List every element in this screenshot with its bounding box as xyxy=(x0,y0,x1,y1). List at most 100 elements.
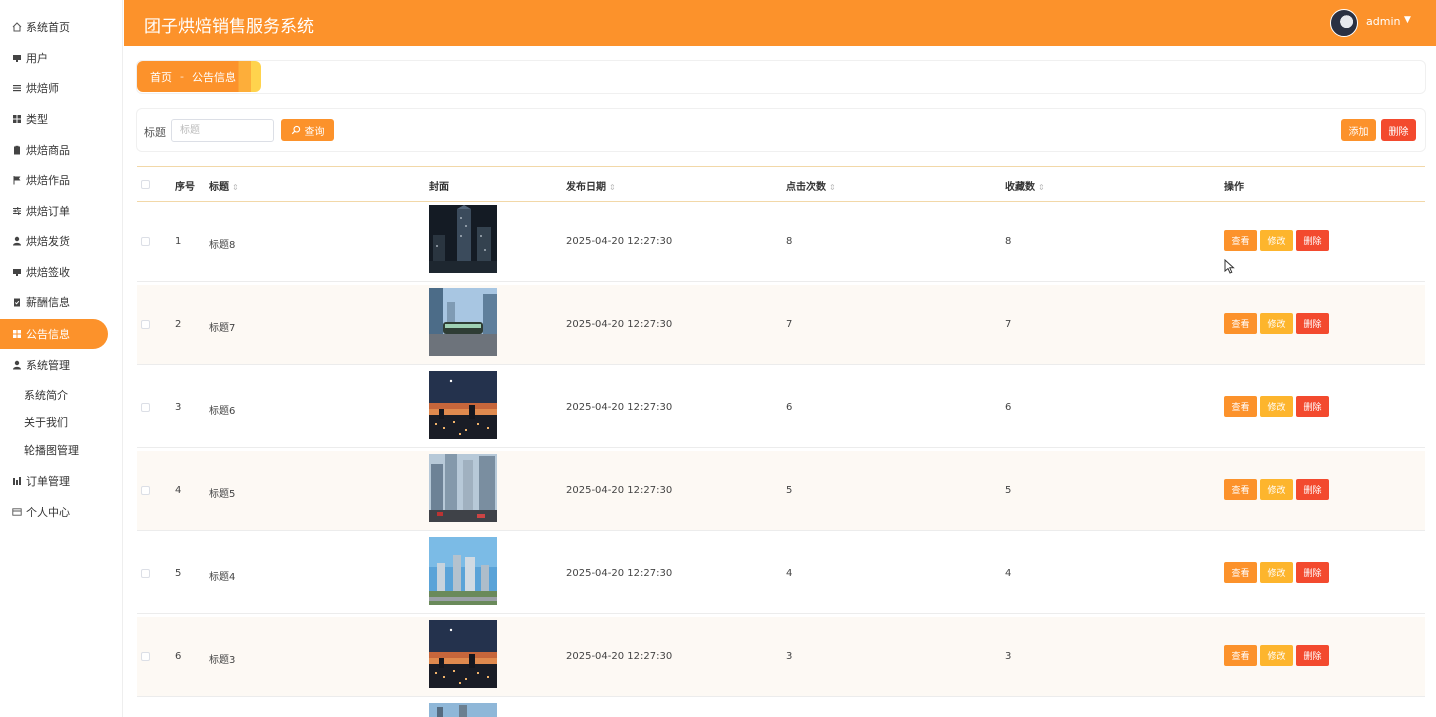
cell-favorites: 7 xyxy=(1005,319,1012,330)
monitor-icon xyxy=(12,267,22,277)
avatar[interactable] xyxy=(1330,9,1358,37)
cell-index: 5 xyxy=(175,568,182,579)
sidebar-item-label: 薪酬信息 xyxy=(26,296,70,309)
cell-favorites: 4 xyxy=(1005,568,1012,579)
edit-button[interactable]: 修改 xyxy=(1260,645,1293,666)
cover-image[interactable] xyxy=(429,205,497,273)
cell-clicks: 5 xyxy=(786,485,793,496)
sidebar: 系统首页 用户 烘焙师 类型 烘焙商品 烘焙作品 烘焙订单 烘焙发货 烘焙签收 … xyxy=(0,0,123,717)
cell-date: 2025-04-20 12:27:30 xyxy=(566,402,673,413)
sidebar-item-order-mgmt[interactable]: 订单管理 xyxy=(0,467,70,495)
cover-image[interactable] xyxy=(429,371,497,439)
sort-icon[interactable]: ⇕ xyxy=(829,183,836,192)
sidebar-item-label: 个人中心 xyxy=(26,506,70,519)
delete-button[interactable]: 删除 xyxy=(1296,230,1329,251)
edit-button[interactable]: 修改 xyxy=(1260,562,1293,583)
cell-title: 标题3 xyxy=(209,655,236,666)
sidebar-item-label: 系统管理 xyxy=(26,359,70,372)
cell-clicks: 8 xyxy=(786,236,793,247)
sidebar-item-profile[interactable]: 个人中心 xyxy=(0,498,70,526)
sidebar-item-users[interactable]: 用户 xyxy=(0,44,48,72)
batch-delete-button[interactable]: 删除 xyxy=(1381,119,1416,141)
user-icon xyxy=(12,236,22,246)
row-checkbox[interactable] xyxy=(141,486,150,495)
header-date[interactable]: 发布日期 ⇕ xyxy=(566,178,616,193)
view-button[interactable]: 查看 xyxy=(1224,479,1257,500)
view-button[interactable]: 查看 xyxy=(1224,230,1257,251)
sidebar-item-home[interactable]: 系统首页 xyxy=(0,13,70,41)
edit-button[interactable]: 修改 xyxy=(1260,230,1293,251)
add-button[interactable]: 添加 xyxy=(1341,119,1376,141)
sidebar-item-receipt[interactable]: 烘焙签收 xyxy=(0,258,70,286)
breadcrumb-card xyxy=(136,60,1426,94)
cover-image[interactable] xyxy=(429,537,497,605)
row-checkbox[interactable] xyxy=(141,652,150,661)
cell-index: 1 xyxy=(175,236,182,247)
edit-button[interactable]: 修改 xyxy=(1260,396,1293,417)
header-index: 序号 xyxy=(175,182,195,193)
sidebar-item-system[interactable]: 系统管理 xyxy=(0,351,70,379)
header-clicks[interactable]: 点击次数 ⇕ xyxy=(786,178,836,193)
sidebar-item-announcements[interactable]: 公告信息 xyxy=(0,319,108,349)
cell-favorites: 5 xyxy=(1005,485,1012,496)
sidebar-item-works[interactable]: 烘焙作品 xyxy=(0,166,70,194)
sidebar-item-label: 用户 xyxy=(26,52,48,65)
delete-button[interactable]: 删除 xyxy=(1296,313,1329,334)
cell-index: 3 xyxy=(175,402,182,413)
edit-button[interactable]: 修改 xyxy=(1260,479,1293,500)
view-button[interactable]: 查看 xyxy=(1224,562,1257,583)
sidebar-subitem-intro[interactable]: 系统简介 xyxy=(24,387,68,403)
cell-title: 标题4 xyxy=(209,572,236,583)
sidebar-item-bakers[interactable]: 烘焙师 xyxy=(0,74,59,102)
view-button[interactable]: 查看 xyxy=(1224,645,1257,666)
sidebar-item-label: 烘焙订单 xyxy=(26,205,70,218)
sidebar-item-types[interactable]: 类型 xyxy=(0,105,48,133)
view-button[interactable]: 查看 xyxy=(1224,396,1257,417)
delete-button[interactable]: 删除 xyxy=(1296,562,1329,583)
app-title: 团子烘焙销售服务系统 xyxy=(144,17,314,37)
sidebar-item-salary[interactable]: 薪酬信息 xyxy=(0,288,70,316)
sidebar-item-shipping[interactable]: 烘焙发货 xyxy=(0,227,70,255)
flag-icon xyxy=(12,175,22,185)
cover-image[interactable] xyxy=(429,620,497,688)
sort-icon[interactable]: ⇕ xyxy=(1038,183,1045,192)
cell-favorites: 3 xyxy=(1005,651,1012,662)
delete-button[interactable]: 删除 xyxy=(1296,645,1329,666)
chevron-down-icon[interactable]: ▼ xyxy=(1404,15,1411,25)
sidebar-item-products[interactable]: 烘焙商品 xyxy=(0,136,70,164)
row-checkbox[interactable] xyxy=(141,403,150,412)
header-title-label: 标题 xyxy=(209,182,229,193)
user-name[interactable]: admin xyxy=(1366,15,1400,28)
edit-button[interactable]: 修改 xyxy=(1260,313,1293,334)
sidebar-item-label: 烘焙作品 xyxy=(26,174,70,187)
view-button[interactable]: 查看 xyxy=(1224,313,1257,334)
header-favorites[interactable]: 收藏数 ⇕ xyxy=(1005,178,1045,193)
search-input[interactable] xyxy=(171,119,274,142)
query-button[interactable]: 查询 xyxy=(281,119,334,141)
header-clicks-label: 点击次数 xyxy=(786,182,826,193)
sidebar-subitem-about[interactable]: 关于我们 xyxy=(24,414,68,430)
row-checkbox[interactable] xyxy=(141,320,150,329)
delete-button[interactable]: 删除 xyxy=(1296,479,1329,500)
clipboard-icon xyxy=(12,145,22,155)
header-actions: 操作 xyxy=(1224,182,1244,193)
sidebar-item-label: 烘焙师 xyxy=(26,82,59,95)
breadcrumb-current: 公告信息 xyxy=(191,70,236,84)
sidebar-subitem-carousel[interactable]: 轮播图管理 xyxy=(24,442,79,458)
cover-image[interactable] xyxy=(429,454,497,522)
sort-icon[interactable]: ⇕ xyxy=(609,183,616,192)
sort-icon[interactable]: ⇕ xyxy=(232,183,239,192)
cover-image[interactable] xyxy=(429,288,497,356)
breadcrumb-home[interactable]: 首页 xyxy=(150,69,172,85)
sliders-icon xyxy=(12,206,22,216)
cell-clicks: 3 xyxy=(786,651,793,662)
header-title[interactable]: 标题 ⇕ xyxy=(209,178,239,193)
row-checkbox[interactable] xyxy=(141,569,150,578)
delete-button[interactable]: 删除 xyxy=(1296,396,1329,417)
row-checkbox[interactable] xyxy=(141,237,150,246)
select-all-checkbox[interactable] xyxy=(141,180,150,189)
header-date-label: 发布日期 xyxy=(566,182,606,193)
cell-date: 2025-04-20 12:27:30 xyxy=(566,651,673,662)
bar-chart-icon xyxy=(12,476,22,486)
sidebar-item-orders[interactable]: 烘焙订单 xyxy=(0,197,70,225)
